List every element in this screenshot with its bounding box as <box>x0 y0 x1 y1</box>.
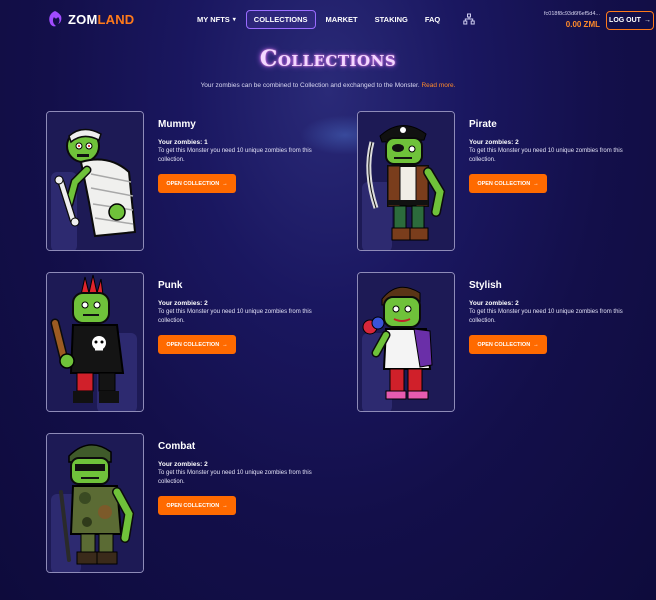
header: ZOMLAND MY NFTS ▾ COLLECTIONS MARKET STA… <box>0 0 656 42</box>
read-more-link[interactable]: Read more. <box>421 82 455 89</box>
punk-zombie-image <box>46 272 144 412</box>
arrow-right-icon: → <box>643 17 651 24</box>
collection-card-punk: Punk Your zombies: 2 To get this Monster… <box>46 272 336 412</box>
zombie-count: Your zombies: 1 <box>158 139 208 146</box>
collection-name: Stylish <box>469 280 502 291</box>
main-nav: MY NFTS ▾ COLLECTIONS MARKET STAKING FAQ <box>190 10 450 29</box>
logo-text-suffix: LAND <box>97 11 135 27</box>
nav-faq-label: FAQ <box>424 15 441 24</box>
wallet-info: fc018f8c93d6f6ef5d4... 0.00 ZML <box>522 11 600 29</box>
arrow-right-icon: → <box>533 180 539 187</box>
arrow-right-icon: → <box>222 180 228 187</box>
nav-my-nfts[interactable]: MY NFTS ▾ <box>190 11 243 28</box>
nav-market-label: MARKET <box>325 15 358 24</box>
combat-zombie-image <box>46 433 144 573</box>
nav-staking[interactable]: STAKING <box>368 11 415 28</box>
collection-card-stylish: Stylish Your zombies: 2 To get this Mons… <box>357 272 647 412</box>
open-collection-label: OPEN COLLECTION <box>477 341 531 348</box>
nav-faq[interactable]: FAQ <box>418 11 447 28</box>
open-collection-button[interactable]: OPEN COLLECTION → <box>158 174 236 193</box>
nav-my-nfts-label: MY NFTS <box>197 15 230 24</box>
wallet-balance: 0.00 ZML <box>565 20 600 29</box>
collection-description: To get this Monster you need 10 unique z… <box>469 309 623 324</box>
open-collection-label: OPEN COLLECTION <box>477 180 531 187</box>
arrow-right-icon: → <box>533 341 539 348</box>
nav-staking-label: STAKING <box>374 15 408 24</box>
nav-market[interactable]: MARKET <box>319 11 365 28</box>
open-collection-button[interactable]: OPEN COLLECTION → <box>158 496 236 515</box>
stylish-zombie-image <box>357 272 455 412</box>
logout-label: LOG OUT <box>609 17 641 24</box>
zombie-count: Your zombies: 2 <box>469 139 519 146</box>
subtitle-text: Your zombies can be combined to Collecti… <box>200 82 420 89</box>
collection-description: To get this Monster you need 10 unique z… <box>158 470 312 485</box>
nav-collections-label: COLLECTIONS <box>253 15 308 24</box>
chevron-down-icon: ▾ <box>232 17 236 23</box>
arrow-right-icon: → <box>222 341 228 348</box>
collection-name: Punk <box>158 280 183 291</box>
wallet-address: fc018f8c93d6f6ef5d4... <box>544 11 600 17</box>
collection-description: To get this Monster you need 10 unique z… <box>469 148 623 163</box>
collection-name: Pirate <box>469 119 497 130</box>
pirate-zombie-image <box>357 111 455 251</box>
logout-button[interactable]: LOG OUT → <box>606 11 654 30</box>
collection-card-combat: Combat Your zombies: 2 To get this Monst… <box>46 433 336 573</box>
open-collection-label: OPEN COLLECTION <box>166 502 220 509</box>
logo[interactable]: ZOMLAND <box>46 10 134 28</box>
page-title: Collections <box>259 46 397 72</box>
open-collection-button[interactable]: OPEN COLLECTION → <box>469 174 547 193</box>
zombie-count: Your zombies: 2 <box>158 461 208 468</box>
collection-card-pirate: Pirate Your zombies: 2 To get this Monst… <box>357 111 647 251</box>
zombie-count: Your zombies: 2 <box>158 300 208 307</box>
open-collection-label: OPEN COLLECTION <box>166 180 220 187</box>
open-collection-button[interactable]: OPEN COLLECTION → <box>469 335 547 354</box>
logo-icon <box>49 11 62 27</box>
zombie-count: Your zombies: 2 <box>469 300 519 307</box>
mummy-zombie-image <box>46 111 144 251</box>
collection-description: To get this Monster you need 10 unique z… <box>158 148 312 163</box>
nav-collections[interactable]: COLLECTIONS <box>245 10 316 29</box>
network-icon[interactable] <box>463 13 475 25</box>
collection-name: Combat <box>158 441 196 452</box>
open-collection-button[interactable]: OPEN COLLECTION → <box>158 335 236 354</box>
collection-description: To get this Monster you need 10 unique z… <box>158 309 312 324</box>
open-collection-label: OPEN COLLECTION <box>166 341 220 348</box>
page-subtitle: Your zombies can be combined to Collecti… <box>0 82 656 89</box>
logo-text-prefix: ZOM <box>68 11 98 27</box>
collection-name: Mummy <box>158 119 196 130</box>
collection-card-mummy: Mummy Your zombies: 1 To get this Monste… <box>46 111 336 251</box>
arrow-right-icon: → <box>222 502 228 509</box>
